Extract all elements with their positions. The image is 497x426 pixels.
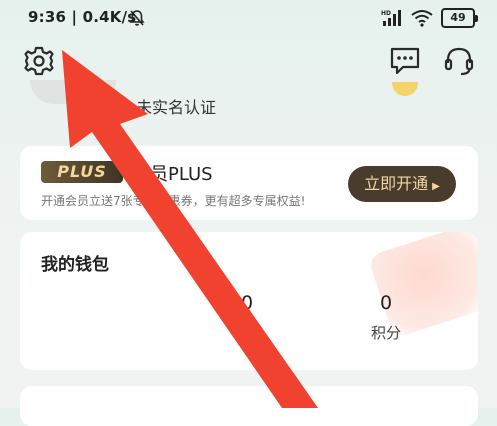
plus-title: 会员PLUS (132, 164, 213, 185)
message-icon[interactable] (388, 44, 422, 78)
coupons-label: 卡券 (231, 324, 262, 342)
points-count: 0 (379, 292, 393, 314)
next-section-card (20, 386, 478, 426)
chevron-right-icon: ▶ (432, 181, 440, 192)
status-bar: 9:36 | 0.4K/s HD 49 (0, 0, 497, 38)
points-label: 积分 (370, 324, 401, 342)
plus-description: 开通会员立送7张专享优惠券，更有超多专属权益! (41, 194, 306, 208)
customer-service-headset-icon[interactable] (442, 44, 476, 78)
coupons-count: 0 (240, 292, 254, 314)
wallet-card: 我的钱包 0 卡券 0 积分 (20, 232, 478, 370)
hd-signal-icon: HD (381, 10, 401, 26)
battery-icon: 49 (441, 8, 478, 28)
svg-text:HD: HD (381, 10, 391, 17)
avatar[interactable] (30, 80, 116, 104)
status-icons: HD 49 (381, 8, 478, 28)
mute-bell-icon (129, 10, 145, 26)
wifi-icon (411, 10, 433, 27)
wallet-title: 我的钱包 (41, 255, 109, 275)
wallet-item-points[interactable]: 0 积分 (346, 292, 426, 343)
plus-badge: PLUS (41, 161, 123, 183)
settings-gear-icon[interactable] (22, 44, 56, 78)
coin-icon (392, 82, 418, 96)
verify-status[interactable]: 未实名认证 (136, 94, 216, 118)
status-time: 9:36 | 0.4K/s (28, 8, 137, 26)
wallet-item-coupons[interactable]: 0 卡券 (207, 292, 287, 343)
plus-membership-card[interactable]: PLUS 会员PLUS 开通会员立送7张专享优惠券，更有超多专属权益! 立即开通… (20, 146, 478, 220)
open-membership-label: 立即开通 (364, 174, 429, 193)
open-membership-button[interactable]: 立即开通 ▶ (348, 166, 456, 202)
